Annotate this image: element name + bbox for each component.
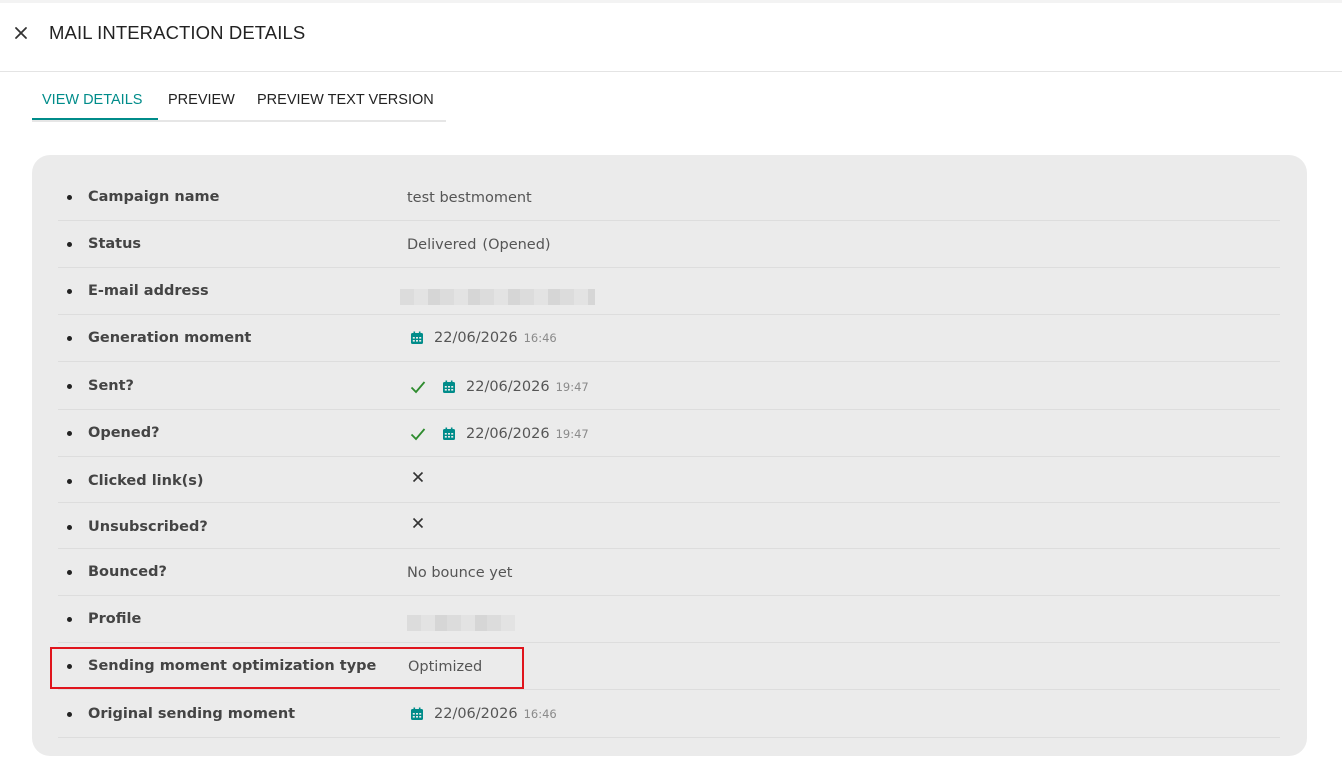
detail-value: No bounce yet — [407, 565, 512, 581]
detail-label: E-mail address — [88, 283, 209, 299]
detail-label: Generation moment — [88, 330, 252, 346]
close-icon — [15, 27, 27, 39]
detail-value — [408, 471, 424, 483]
detail-row-status: Status Delivered (Opened) — [58, 220, 1280, 268]
detail-label: Original sending moment — [88, 706, 296, 722]
campaign-name-value: test bestmoment — [407, 190, 532, 206]
detail-label: Bounced? — [88, 564, 167, 580]
detail-row-unsubscribed: Unsubscribed? — [58, 502, 1280, 549]
detail-label: Campaign name — [88, 189, 220, 205]
detail-label: Unsubscribed? — [88, 519, 208, 535]
modal-header: MAIL INTERACTION DETAILS — [0, 0, 1342, 72]
detail-value: 22/06/2026 16:46 — [410, 330, 557, 346]
original-time: 16:46 — [523, 707, 557, 721]
detail-row-original-sending-moment: Original sending moment 22/06/2026 16:46 — [58, 689, 1280, 738]
detail-value — [400, 289, 595, 305]
detail-label: Clicked link(s) — [88, 473, 204, 489]
calendar-icon — [443, 427, 455, 440]
detail-label: Sent? — [88, 378, 134, 394]
detail-value — [407, 615, 515, 631]
opened-time: 19:47 — [555, 427, 589, 441]
detail-value — [408, 517, 424, 529]
bullet — [67, 525, 72, 530]
check-icon — [410, 381, 426, 394]
bullet — [67, 479, 72, 484]
redacted-profile — [407, 615, 515, 631]
detail-row-sent: Sent? 22/06/2026 19:47 — [58, 361, 1280, 410]
detail-row-profile: Profile — [58, 595, 1280, 643]
bullet — [67, 195, 72, 200]
calendar-icon — [411, 707, 423, 720]
detail-label: Opened? — [88, 425, 160, 441]
bullet — [67, 336, 72, 341]
status-value: Delivered — [407, 237, 477, 253]
tab-preview[interactable]: PREVIEW — [168, 92, 235, 108]
detail-label: Profile — [88, 611, 142, 627]
bullet — [67, 712, 72, 717]
active-tab-indicator — [32, 118, 158, 120]
detail-value: 22/06/2026 16:46 — [410, 706, 557, 722]
detail-row-bounced: Bounced? No bounce yet — [58, 548, 1280, 596]
bullet — [67, 242, 72, 247]
detail-row-campaign-name: Campaign name test bestmoment — [58, 172, 1280, 221]
bullet — [67, 289, 72, 294]
detail-row-clicked-links: Clicked link(s) — [58, 456, 1280, 503]
detail-value: 22/06/2026 19:47 — [410, 379, 589, 395]
detail-value: 22/06/2026 19:47 — [410, 426, 589, 442]
page-title: MAIL INTERACTION DETAILS — [49, 22, 306, 43]
opened-date: 22/06/2026 — [466, 426, 550, 442]
bullet — [67, 617, 72, 622]
highlight-box — [50, 647, 524, 689]
calendar-icon — [443, 380, 455, 393]
redacted-email — [400, 289, 595, 305]
cross-icon — [412, 471, 424, 483]
tab-preview-text-version[interactable]: PREVIEW TEXT VERSION — [257, 92, 434, 108]
bounced-value: No bounce yet — [407, 565, 513, 581]
generation-date: 22/06/2026 — [434, 330, 518, 346]
sent-time: 19:47 — [555, 380, 589, 394]
detail-row-opened: Opened? 22/06/2026 19:47 — [58, 409, 1280, 457]
sent-date: 22/06/2026 — [466, 379, 550, 395]
detail-value: Delivered (Opened) — [407, 237, 551, 253]
status-sub-value: (Opened) — [482, 237, 551, 253]
close-button[interactable] — [12, 24, 30, 42]
detail-row-email: E-mail address — [58, 267, 1280, 315]
detail-row-generation-moment: Generation moment 22/06/2026 16:46 — [58, 314, 1280, 362]
detail-label: Status — [88, 236, 142, 252]
bullet — [67, 384, 72, 389]
detail-value: test bestmoment — [407, 190, 532, 206]
calendar-icon — [411, 331, 423, 344]
tab-bar: VIEW DETAILS PREVIEW PREVIEW TEXT VERSIO… — [32, 82, 446, 122]
check-icon — [410, 428, 426, 441]
bullet — [67, 570, 72, 575]
bullet — [67, 431, 72, 436]
tab-view-details[interactable]: VIEW DETAILS — [42, 92, 142, 108]
generation-time: 16:46 — [523, 331, 557, 345]
cross-icon — [412, 517, 424, 529]
original-date: 22/06/2026 — [434, 706, 518, 722]
